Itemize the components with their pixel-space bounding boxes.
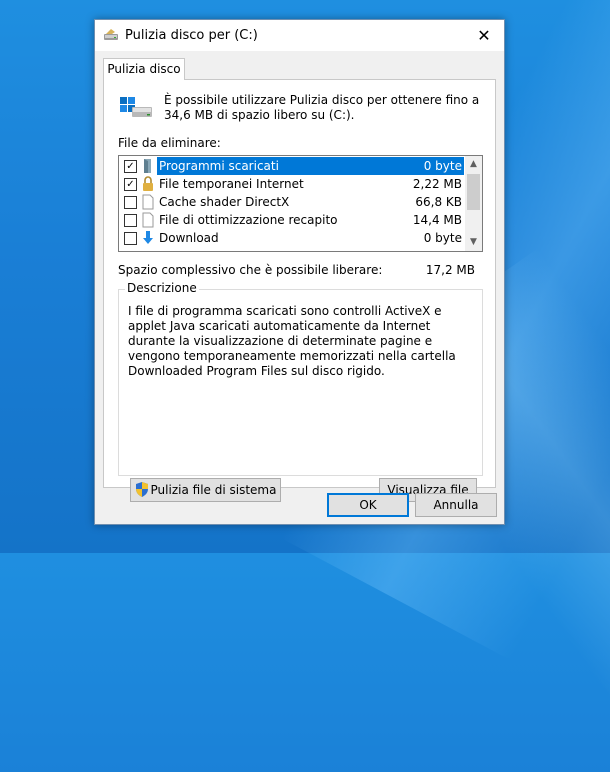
cancel-button[interactable]: Annulla (415, 493, 497, 517)
total-space-value: 17,2 MB (425, 263, 475, 277)
disk-cleanup-icon (104, 29, 118, 40)
item-size: 66,8 KB (415, 195, 462, 209)
checkbox[interactable] (124, 232, 137, 245)
scroll-down-arrow-icon[interactable]: ▼ (465, 234, 482, 251)
list-item[interactable]: ✓ Programmi scaricati 0 byte (119, 157, 464, 175)
cleanup-system-files-button[interactable]: Pulizia file di sistema (130, 478, 281, 502)
uac-shield-icon (135, 482, 148, 497)
checkbox[interactable] (124, 196, 137, 209)
files-to-delete-label: File da eliminare: (118, 136, 221, 150)
item-size: 14,4 MB (412, 213, 462, 227)
checkmark-icon: ✓ (126, 161, 135, 172)
tab-disk-cleanup[interactable]: Pulizia disco (103, 58, 185, 80)
list-item[interactable]: Download 0 byte (119, 229, 464, 247)
folder-icon (144, 159, 151, 173)
title-bar: Pulizia disco per (C:) ✕ (95, 20, 504, 51)
download-arrow-icon (143, 231, 153, 244)
checkbox[interactable]: ✓ (124, 178, 137, 191)
close-button[interactable]: ✕ (464, 20, 504, 51)
lock-icon (143, 176, 153, 191)
list-item[interactable]: ✓ File temporanei Internet 2,22 MB (119, 175, 464, 193)
cleanup-system-files-label: Pulizia file di sistema (150, 483, 277, 497)
description-group: Descrizione I file di programma scaricat… (118, 281, 483, 476)
description-legend: Descrizione (125, 281, 199, 295)
list-scrollbar[interactable]: ▲ ▼ (465, 156, 482, 251)
item-name: Download (159, 231, 219, 245)
hard-drive-icon (120, 97, 152, 117)
scroll-thumb[interactable] (467, 174, 480, 210)
disk-cleanup-dialog: Pulizia disco per (C:) ✕ Pulizia disco È… (94, 19, 505, 525)
intro-text: È possibile utilizzare Pulizia disco per… (164, 93, 480, 122)
checkmark-icon: ✓ (126, 179, 135, 190)
total-space-label: Spazio complessivo che è possibile liber… (118, 263, 383, 277)
item-name: File di ottimizzazione recapito (159, 213, 338, 227)
files-list[interactable]: ✓ Programmi scaricati 0 byte ✓ File temp… (118, 155, 483, 252)
file-icon (142, 212, 154, 228)
item-name: File temporanei Internet (159, 177, 304, 191)
scroll-up-arrow-icon[interactable]: ▲ (465, 156, 482, 173)
tab-panel: È possibile utilizzare Pulizia disco per… (103, 79, 496, 502)
item-name: Programmi scaricati (157, 157, 369, 175)
window-title: Pulizia disco per (C:) (125, 28, 258, 43)
item-name: Cache shader DirectX (159, 195, 290, 209)
item-size: 2,22 MB (412, 177, 462, 191)
checkbox[interactable] (124, 214, 137, 227)
close-icon: ✕ (477, 26, 491, 45)
ok-button[interactable]: OK (327, 493, 409, 517)
item-size: 0 byte (367, 157, 464, 175)
file-icon (142, 194, 154, 210)
item-size: 0 byte (423, 231, 462, 245)
checkbox[interactable]: ✓ (124, 160, 137, 173)
list-item[interactable]: File di ottimizzazione recapito 14,4 MB (119, 211, 464, 229)
list-item[interactable]: Cache shader DirectX 66,8 KB (119, 193, 464, 211)
description-text: I file di programma scaricati sono contr… (128, 304, 456, 378)
